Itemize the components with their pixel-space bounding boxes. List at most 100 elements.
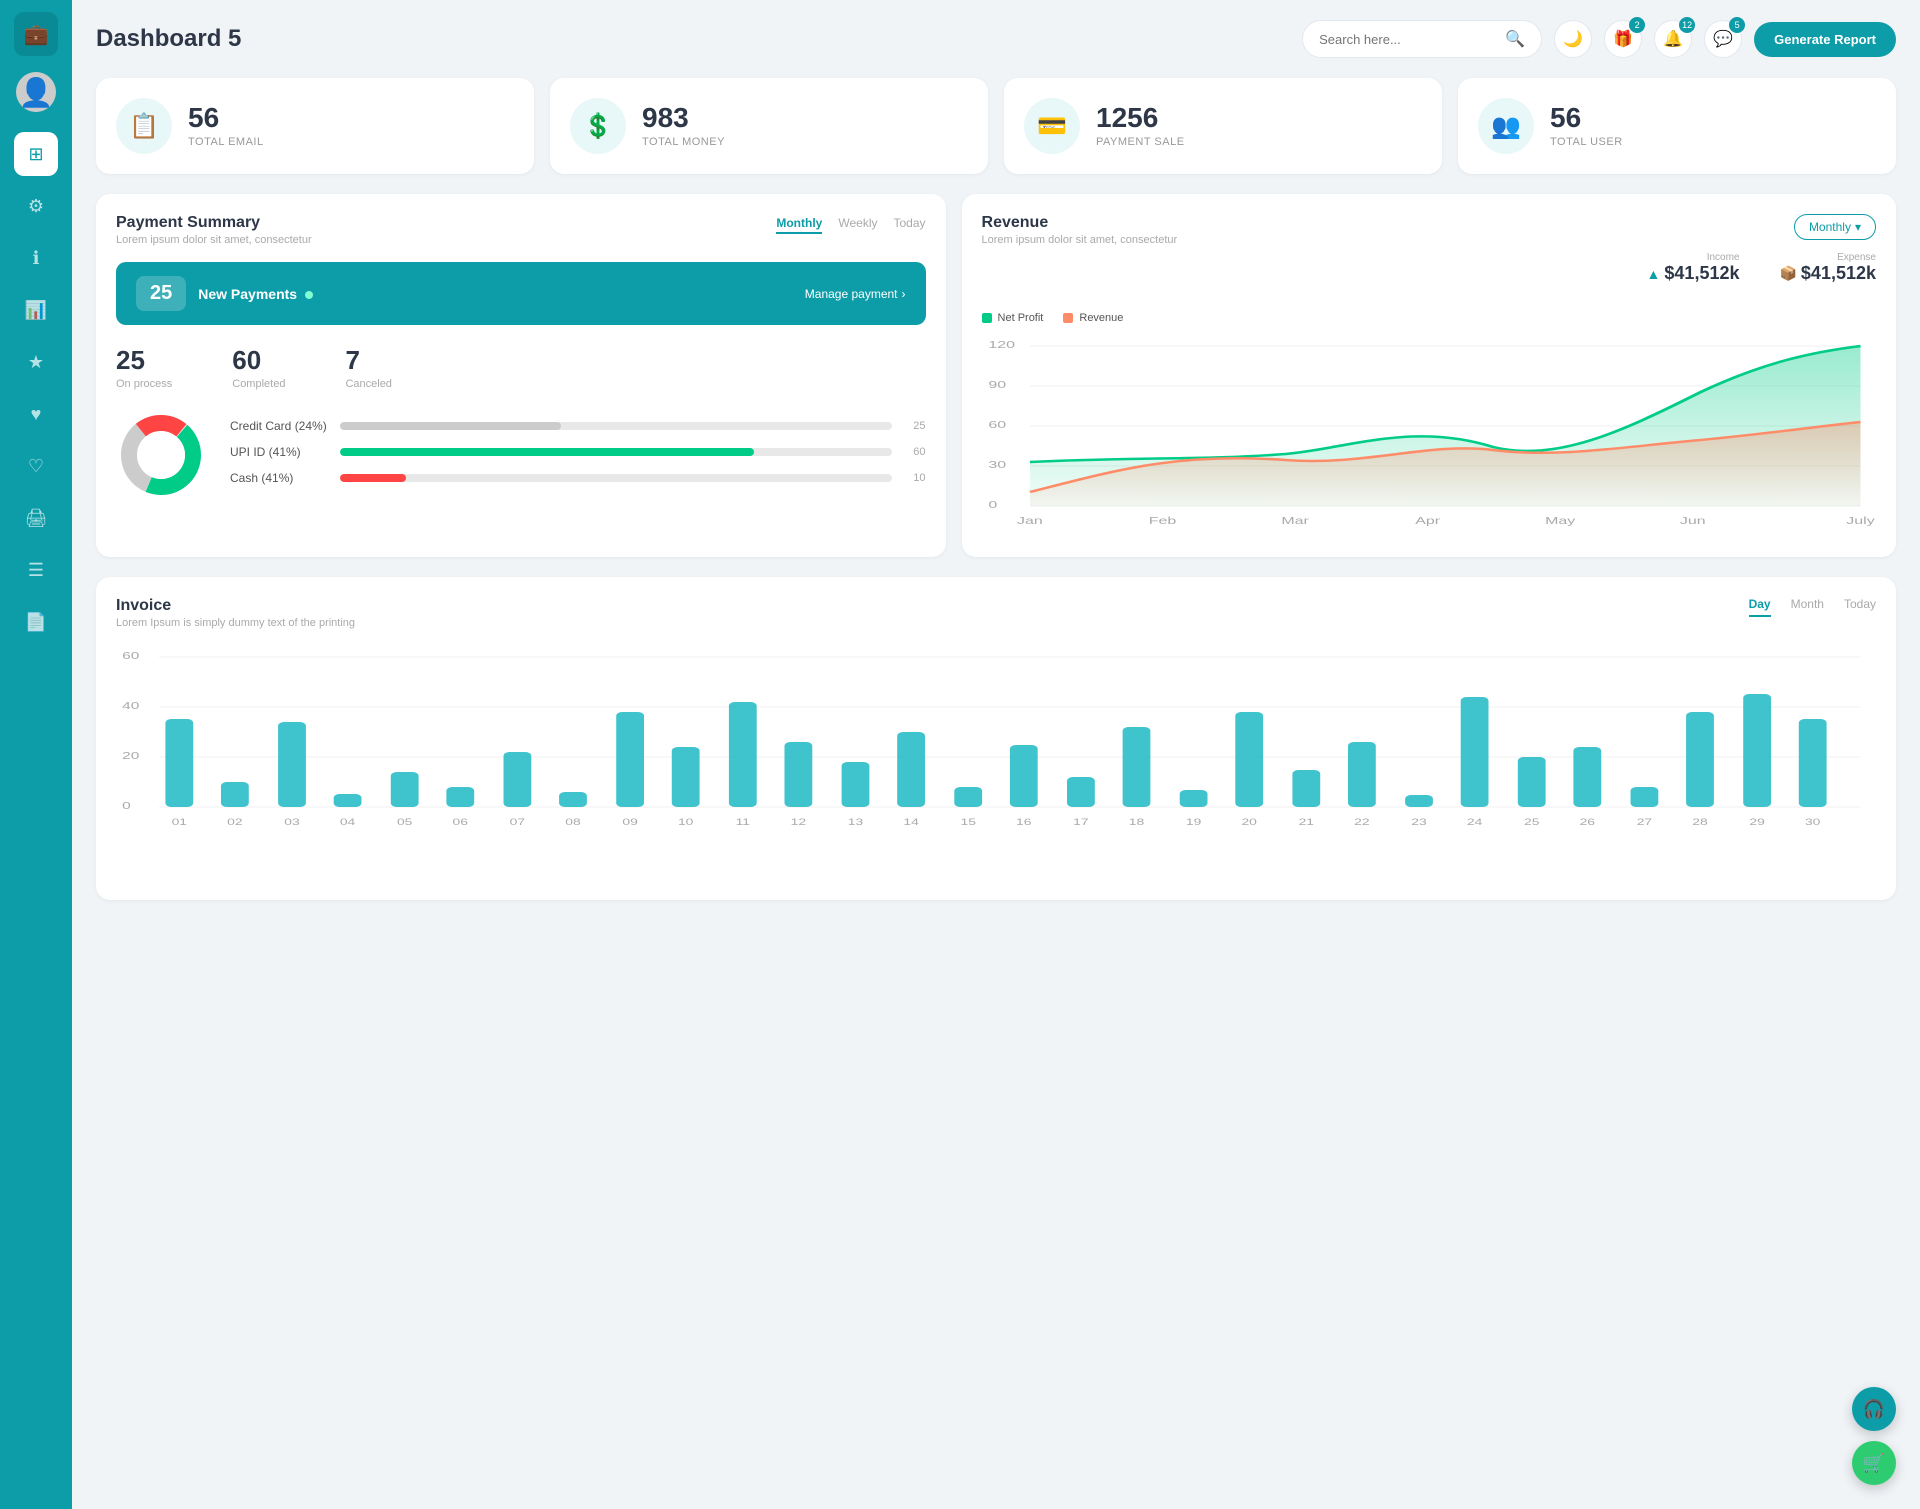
gift-button[interactable]: 🎁 2 — [1604, 20, 1642, 58]
svg-text:90: 90 — [988, 379, 1006, 390]
income-value: $41,512k — [1664, 263, 1739, 284]
chat-button[interactable]: 💬 5 — [1704, 20, 1742, 58]
revenue-title: Revenue — [982, 214, 1178, 232]
chevron-down-icon: ▾ — [1855, 220, 1861, 234]
tab-weekly-payment[interactable]: Weekly — [838, 214, 877, 234]
svg-text:60: 60 — [988, 419, 1006, 430]
svg-text:25: 25 — [1524, 817, 1540, 827]
manage-payment-link[interactable]: Manage payment › — [805, 287, 906, 301]
sidebar-logo[interactable]: 💼 — [14, 12, 58, 56]
sidebar-item-print[interactable]: 🖨 — [14, 496, 58, 540]
payment-summary-title: Payment Summary — [116, 214, 312, 232]
svg-text:15: 15 — [960, 817, 976, 827]
headphone-icon: 🎧 — [1863, 1399, 1885, 1420]
svg-text:04: 04 — [340, 817, 356, 827]
svg-text:03: 03 — [284, 817, 299, 827]
invoice-tabs: Day Month Today — [1749, 597, 1876, 617]
revenue-card: Revenue Lorem ipsum dolor sit amet, cons… — [962, 194, 1896, 557]
revenue-chart: 120 90 60 30 0 — [982, 332, 1876, 537]
avatar[interactable]: 👤 — [16, 72, 56, 112]
svg-text:13: 13 — [848, 817, 863, 827]
svg-text:17: 17 — [1073, 817, 1088, 827]
tab-month-invoice[interactable]: Month — [1791, 597, 1824, 617]
svg-text:16: 16 — [1016, 817, 1031, 827]
page-title: Dashboard 5 — [96, 25, 241, 53]
svg-text:07: 07 — [510, 817, 525, 827]
generate-report-button[interactable]: Generate Report — [1754, 22, 1896, 57]
sidebar-item-star[interactable]: ★ — [14, 340, 58, 384]
svg-text:40: 40 — [122, 700, 139, 712]
bell-button[interactable]: 🔔 12 — [1654, 20, 1692, 58]
svg-text:11: 11 — [736, 817, 750, 827]
net-profit-legend-label: Net Profit — [998, 312, 1044, 324]
bell-icon: 🔔 — [1663, 29, 1683, 49]
gift-icon: 🎁 — [1613, 29, 1633, 49]
bell-badge: 12 — [1679, 17, 1695, 33]
sidebar-item-info[interactable]: ℹ — [14, 236, 58, 280]
sidebar-item-dashboard[interactable]: ⊞ — [14, 132, 58, 176]
invoice-subtitle: Lorem Ipsum is simply dummy text of the … — [116, 617, 355, 629]
svg-text:08: 08 — [565, 817, 580, 827]
cart-icon: 🛒 — [1863, 1453, 1885, 1474]
svg-text:0: 0 — [988, 499, 997, 510]
svg-text:Jun: Jun — [1679, 515, 1705, 526]
invoice-chart: 60 40 20 0 — [116, 645, 1876, 880]
svg-text:05: 05 — [397, 817, 413, 827]
email-number: 56 — [188, 104, 264, 132]
main-content: Dashboard 5 🔍 🌙 🎁 2 🔔 12 💬 5 Generate Re… — [72, 0, 1920, 1509]
gift-badge: 2 — [1629, 17, 1645, 33]
stat-card-user: 👥 56 TOTAL USER — [1458, 78, 1896, 174]
revenue-monthly-button[interactable]: Monthly ▾ — [1794, 214, 1876, 240]
theme-toggle-button[interactable]: 🌙 — [1554, 20, 1592, 58]
svg-text:60: 60 — [122, 650, 139, 662]
support-fab[interactable]: 🎧 — [1852, 1387, 1896, 1431]
svg-text:Feb: Feb — [1148, 515, 1176, 526]
sidebar-item-list[interactable]: 📄 — [14, 600, 58, 644]
svg-text:28: 28 — [1692, 817, 1707, 827]
svg-text:19: 19 — [1186, 817, 1201, 827]
tab-today-payment[interactable]: Today — [893, 214, 925, 234]
sidebar-item-heart2[interactable]: ♡ — [14, 444, 58, 488]
stats-row: 📋 56 TOTAL EMAIL 💲 983 TOTAL MONEY 💳 125… — [96, 78, 1896, 174]
svg-text:26: 26 — [1580, 817, 1595, 827]
payment-details: Credit Card (24%) 25 UPI ID (41%) 60 — [116, 410, 926, 505]
expense-trend-icon: 📦 — [1779, 265, 1796, 282]
svg-text:21: 21 — [1299, 817, 1314, 827]
search-icon: 🔍 — [1505, 29, 1525, 49]
sidebar-item-settings[interactable]: ⚙ — [14, 184, 58, 228]
revenue-legend-label: Revenue — [1079, 312, 1123, 324]
sidebar-item-chart[interactable]: 📊 — [14, 288, 58, 332]
svg-text:0: 0 — [122, 800, 131, 812]
invoice-title: Invoice — [116, 597, 355, 615]
svg-text:Jan: Jan — [1017, 515, 1043, 526]
tab-day-invoice[interactable]: Day — [1749, 597, 1771, 617]
pbar-upi: UPI ID (41%) 60 — [230, 445, 926, 459]
new-payments-count: 25 — [136, 276, 186, 311]
payment-summary-subtitle: Lorem ipsum dolor sit amet, consectetur — [116, 234, 312, 246]
revenue-legend-dot — [1063, 313, 1073, 323]
search-box[interactable]: 🔍 — [1302, 20, 1542, 58]
tab-today-invoice[interactable]: Today — [1844, 597, 1876, 617]
email-label: TOTAL EMAIL — [188, 136, 264, 148]
payment-label: PAYMENT SALE — [1096, 136, 1185, 148]
search-input[interactable] — [1319, 32, 1497, 47]
user-number: 56 — [1550, 104, 1623, 132]
stat-card-email: 📋 56 TOTAL EMAIL — [96, 78, 534, 174]
tab-monthly-payment[interactable]: Monthly — [776, 214, 822, 234]
revenue-subtitle: Lorem ipsum dolor sit amet, consectetur — [982, 234, 1178, 246]
payment-tabs: Monthly Weekly Today — [776, 214, 925, 234]
svg-text:July: July — [1846, 515, 1875, 526]
svg-text:01: 01 — [172, 817, 187, 827]
svg-text:09: 09 — [622, 817, 637, 827]
svg-text:29: 29 — [1749, 817, 1764, 827]
cart-fab[interactable]: 🛒 — [1852, 1441, 1896, 1485]
stat-canceled: 7 Canceled — [345, 345, 391, 390]
pbar-cash: Cash (41%) 10 — [230, 471, 926, 485]
fab-group: 🎧 🛒 — [1852, 1387, 1896, 1485]
stat-completed: 60 Completed — [232, 345, 285, 390]
new-payments-banner: 25 New Payments Manage payment › — [116, 262, 926, 325]
sidebar-item-menu[interactable]: ☰ — [14, 548, 58, 592]
user-label: TOTAL USER — [1550, 136, 1623, 148]
stat-on-process: 25 On process — [116, 345, 172, 390]
sidebar-item-heart1[interactable]: ♥ — [14, 392, 58, 436]
